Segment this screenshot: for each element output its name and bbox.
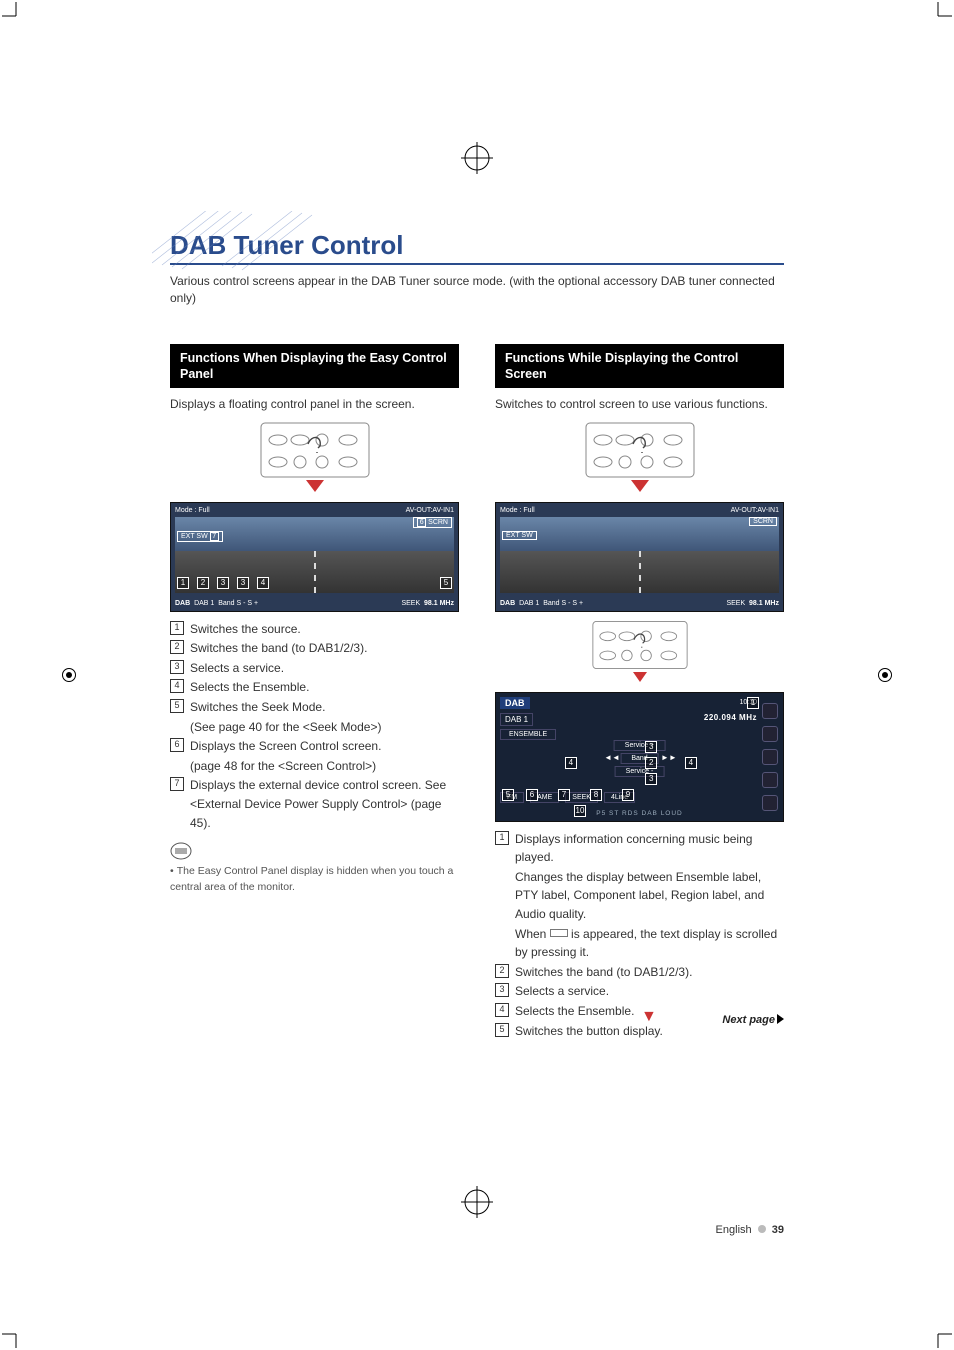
shot-extsw: EXT SW bbox=[502, 531, 537, 540]
page-title: DAB Tuner Control bbox=[170, 230, 784, 265]
shot-extsw: EXT SW 7 bbox=[177, 531, 223, 542]
callout-3: 3 bbox=[217, 577, 229, 589]
list-item: Switches the band (to DAB1/2/3). bbox=[515, 963, 692, 982]
list-item-sub: Changes the display between Ensemble lab… bbox=[515, 868, 784, 924]
callout-row: 1 2 3 3 4 5 bbox=[177, 577, 452, 589]
callout-10: 10 bbox=[574, 805, 586, 817]
note-block: • The Easy Control Panel display is hidd… bbox=[170, 842, 459, 896]
num-5: 5 bbox=[495, 1023, 509, 1037]
right-column: Functions While Displaying the Control S… bbox=[495, 344, 784, 1040]
next-page-indicator: Next page bbox=[722, 1014, 784, 1026]
num-3: 3 bbox=[170, 660, 184, 674]
list-item: Selects the Ensemble. bbox=[190, 678, 309, 697]
list-item: Switches the Seek Mode. bbox=[190, 698, 325, 717]
left-numbered-list: 1 Switches the source. 2 Switches the band… bbox=[170, 620, 459, 833]
note-icon bbox=[170, 842, 192, 860]
callout-2: 2 bbox=[197, 577, 209, 589]
callout-1: 1 bbox=[747, 697, 759, 709]
num-6: 6 bbox=[170, 738, 184, 752]
section-heading-easy-panel: Functions When Displaying the Easy Contr… bbox=[170, 344, 459, 389]
callout-4: 4 bbox=[565, 757, 577, 769]
callout-7: 7 bbox=[558, 789, 570, 801]
callout-4b: 4 bbox=[685, 757, 697, 769]
registration-mark bbox=[459, 140, 495, 176]
callout-9: 9 bbox=[622, 789, 634, 801]
callout-8: 8 bbox=[590, 789, 602, 801]
callout-2: 2 bbox=[645, 757, 657, 769]
page-title-text: DAB Tuner Control bbox=[170, 230, 404, 260]
list-item: Displays information concerning music be… bbox=[515, 830, 784, 867]
num-2: 2 bbox=[495, 964, 509, 978]
easy-panel-screenshot: Mode : Full AV-OUT:AV-IN1 6SCRN EXT SW 7… bbox=[170, 502, 459, 612]
footer-page-number: 39 bbox=[772, 1224, 784, 1236]
device-figure bbox=[170, 422, 459, 492]
num-7: 7 bbox=[170, 777, 184, 791]
callout-1: 1 bbox=[177, 577, 189, 589]
intro-text: Various control screens appear in the DA… bbox=[170, 273, 784, 308]
callout-3b: 3 bbox=[645, 773, 657, 785]
list-item: Displays the external device control scr… bbox=[190, 776, 459, 832]
callout-6: 6 bbox=[526, 789, 538, 801]
document-page: DAB Tuner Control Various control screen… bbox=[0, 0, 954, 1350]
num-2: 2 bbox=[170, 640, 184, 654]
callout-3: 3 bbox=[645, 741, 657, 753]
list-item: Switches the source. bbox=[190, 620, 301, 639]
scroll-icon bbox=[550, 929, 568, 937]
crop-mark bbox=[2, 1326, 24, 1348]
registration-dot bbox=[62, 668, 76, 682]
arrow-down-icon bbox=[631, 480, 649, 492]
arrow-down-icon bbox=[633, 672, 647, 682]
shot-dab: DAB bbox=[175, 600, 190, 607]
shot-scrn: 6SCRN bbox=[413, 517, 452, 528]
list-item-sub: (See page 40 for the <Seek Mode>) bbox=[190, 718, 381, 737]
crop-mark bbox=[930, 1326, 952, 1348]
section-heading-control-screen: Functions While Displaying the Control S… bbox=[495, 344, 784, 389]
shot-freq: 98.1 MHz bbox=[424, 600, 454, 607]
right-numbered-list: 1 Displays information concerning music b… bbox=[495, 830, 784, 1041]
list-item: Selects the Ensemble. bbox=[515, 1002, 634, 1021]
callout-3b: 3 bbox=[237, 577, 249, 589]
num-1: 1 bbox=[495, 831, 509, 845]
page-footer: English 39 bbox=[716, 1224, 784, 1236]
dab-control-screen: DAB 10:10 DAB 1 220.094 MHz ENSEMBLE Ser… bbox=[495, 692, 784, 822]
control-screen-screenshot: Mode : Full AV-OUT:AV-IN1 SCRN EXT SW DA… bbox=[495, 502, 784, 612]
content-area: DAB Tuner Control Various control screen… bbox=[170, 230, 784, 1230]
num-4: 4 bbox=[495, 1003, 509, 1017]
arrow-down-icon bbox=[306, 480, 324, 492]
left-column: Functions When Displaying the Easy Contr… bbox=[170, 344, 459, 1040]
num-4: 4 bbox=[170, 679, 184, 693]
num-1: 1 bbox=[170, 621, 184, 635]
control-panel-illustration bbox=[260, 422, 370, 478]
two-column-layout: Functions When Displaying the Easy Contr… bbox=[170, 344, 784, 1040]
device-figure bbox=[495, 422, 784, 492]
list-item: Switches the band (to DAB1/2/3). bbox=[190, 639, 367, 658]
callout-5: 5 bbox=[440, 577, 452, 589]
num-5: 5 bbox=[170, 699, 184, 713]
crop-mark bbox=[930, 2, 952, 24]
callout-5: 5 bbox=[502, 789, 514, 801]
list-item: Displays the Screen Control screen. bbox=[190, 737, 381, 756]
list-item: Selects a service. bbox=[515, 982, 609, 1001]
list-item: Selects a service. bbox=[190, 659, 284, 678]
num-3: 3 bbox=[495, 983, 509, 997]
shot-dab-sub: DAB 1 bbox=[194, 600, 214, 607]
list-item-sub: (page 48 for the <Screen Control>) bbox=[190, 757, 376, 776]
arrow-down-icon: ▼ bbox=[641, 1008, 657, 1026]
footer-language: English bbox=[716, 1224, 752, 1236]
control-panel-illustration bbox=[592, 620, 688, 670]
device-figure bbox=[495, 620, 784, 682]
crop-mark bbox=[2, 2, 24, 24]
control-panel-illustration bbox=[585, 422, 695, 478]
right-subtitle: Switches to control screen to use variou… bbox=[495, 396, 784, 413]
note-text: The Easy Control Panel display is hidden… bbox=[170, 865, 453, 893]
callout-4: 4 bbox=[257, 577, 269, 589]
list-item-sub: When is appeared, the text display is sc… bbox=[515, 925, 784, 962]
triangle-right-icon bbox=[777, 1014, 784, 1024]
shot-scrn: SCRN bbox=[749, 517, 777, 526]
left-subtitle: Displays a floating control panel in the… bbox=[170, 396, 459, 413]
shot-mode: Mode : Full bbox=[175, 507, 210, 514]
registration-dot bbox=[878, 668, 892, 682]
shot-avout: AV-OUT:AV-IN1 bbox=[406, 507, 454, 514]
footer-dot-icon bbox=[758, 1225, 766, 1233]
